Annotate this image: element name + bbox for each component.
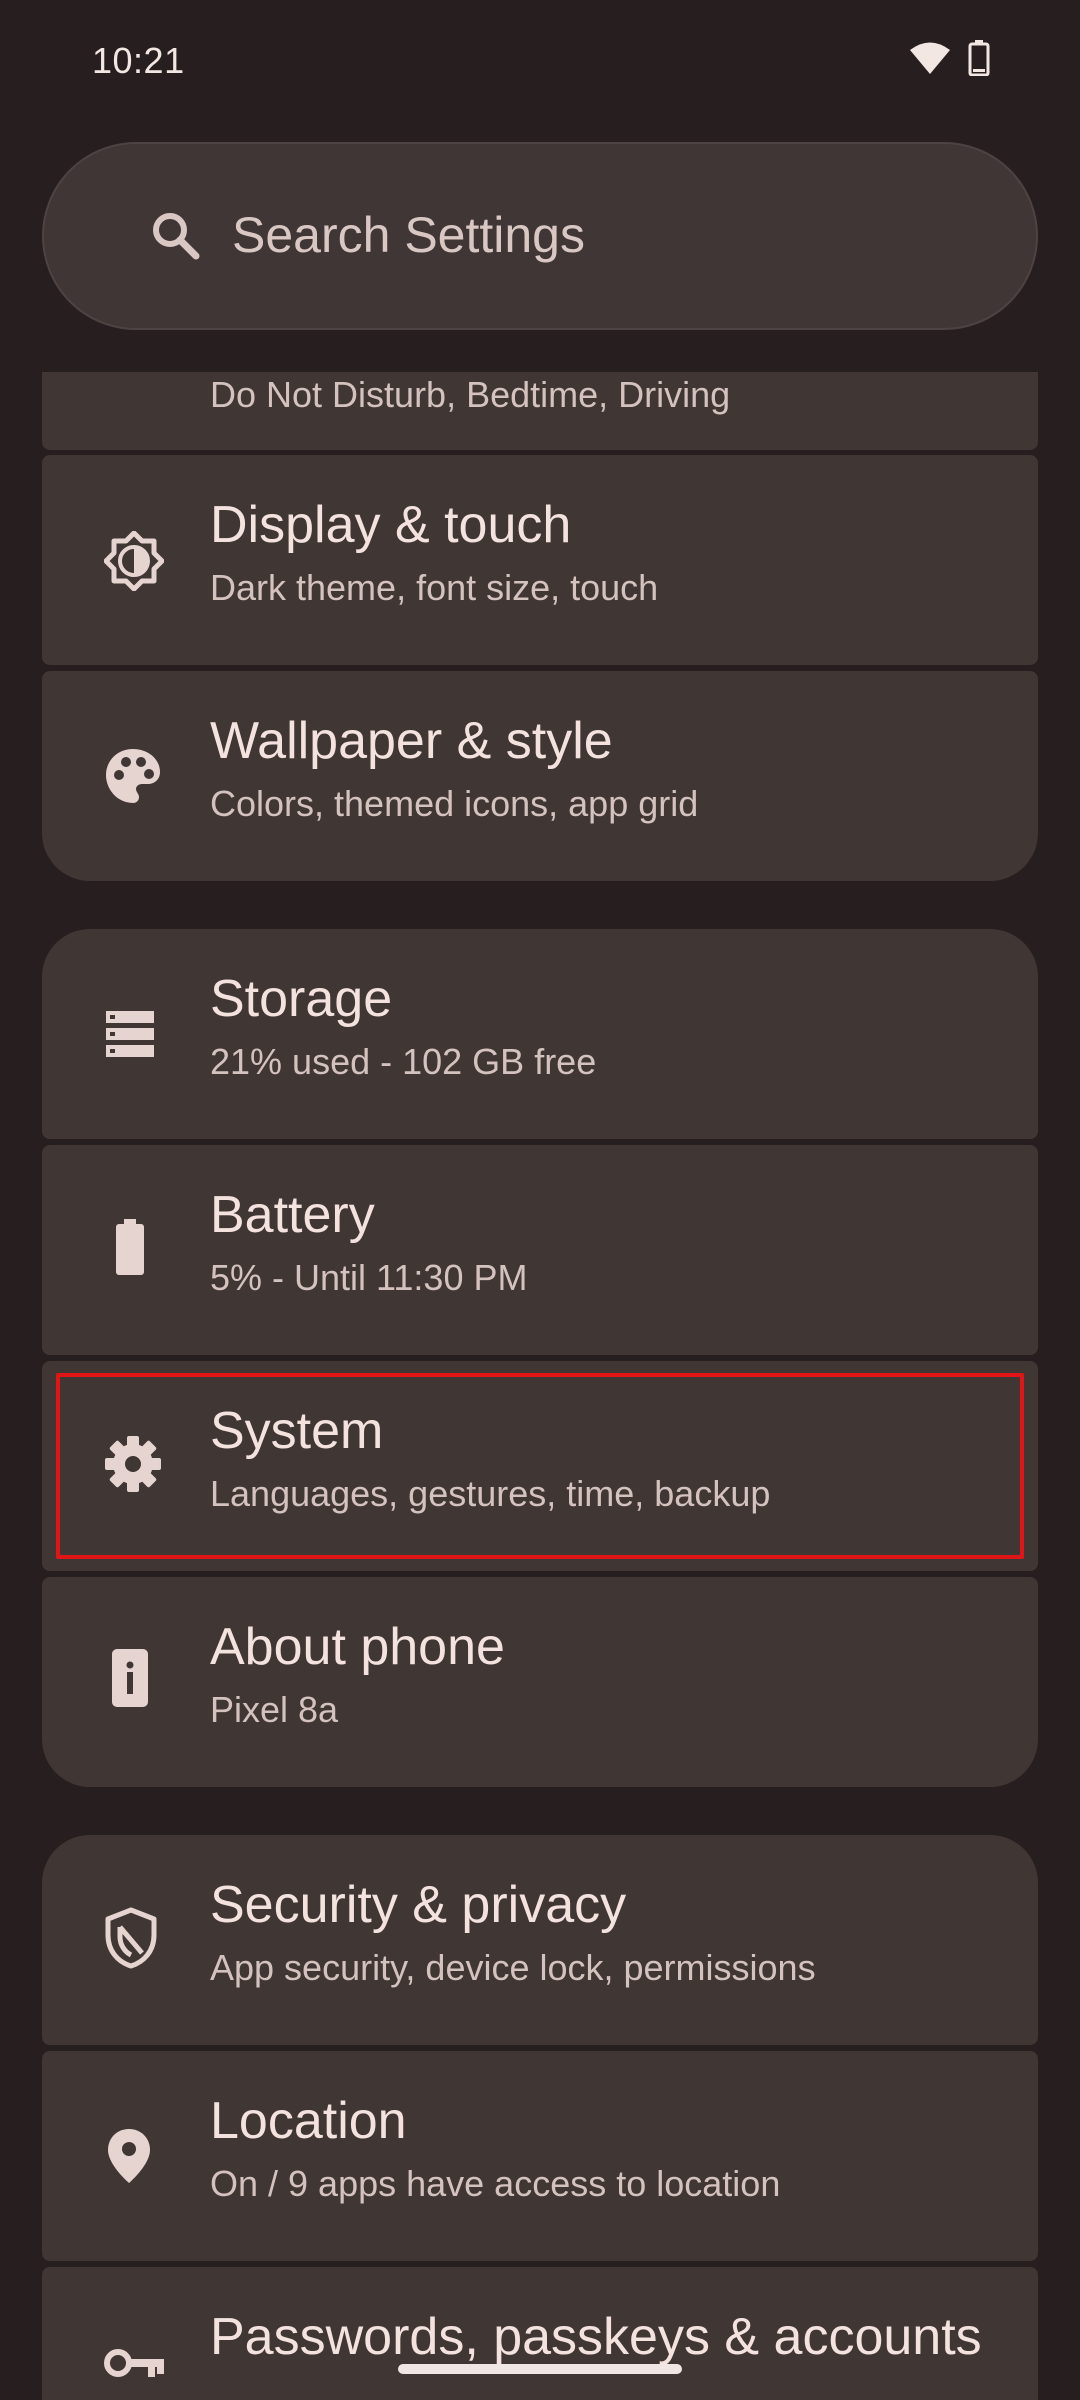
settings-item-subtitle: Dark theme, font size, touch — [210, 567, 659, 608]
settings-item-title: Battery — [210, 1186, 375, 1244]
settings-item-storage[interactable]: Storage 21% used - 102 GB free — [42, 929, 1038, 1139]
settings-item-display[interactable]: Display & touch Dark theme, font size, t… — [42, 455, 1038, 665]
settings-item-passwords[interactable]: Passwords, passkeys & accounts — [42, 2267, 1038, 2400]
settings-item-title: System — [210, 1402, 384, 1460]
settings-item-title: Display & touch — [210, 496, 572, 554]
settings-item-security[interactable]: Security & privacy App security, device … — [42, 1835, 1038, 2045]
status-bar: 10:21 — [0, 0, 1080, 125]
settings-item-title: Location — [210, 2092, 407, 2150]
settings-item-title: Security & privacy — [210, 1876, 627, 1934]
wifi-icon — [910, 41, 950, 75]
settings-item-subtitle: App security, device lock, permissions — [210, 1947, 816, 1988]
search-icon — [150, 210, 200, 265]
settings-item-title: Wallpaper & style — [210, 712, 613, 770]
status-icons — [910, 40, 990, 76]
settings-screen: 10:21 Search Settings Do Not Disturb, Be… — [0, 0, 1080, 2400]
settings-item-title: Passwords, passkeys & accounts — [210, 2308, 982, 2366]
search-placeholder: Search Settings — [232, 207, 585, 263]
settings-item-title: Storage — [210, 970, 393, 1028]
settings-item-subtitle: Languages, gestures, time, backup — [210, 1473, 771, 1514]
settings-item-battery[interactable]: Battery 5% - Until 11:30 PM — [42, 1145, 1038, 1355]
settings-item-wallpaper[interactable]: Wallpaper & style Colors, themed icons, … — [42, 671, 1038, 881]
settings-item-title: About phone — [210, 1618, 505, 1676]
settings-item-subtitle: Do Not Disturb, Bedtime, Driving — [210, 374, 731, 415]
settings-item-subtitle: Colors, themed icons, app grid — [210, 783, 699, 824]
status-time: 10:21 — [92, 40, 185, 81]
settings-list[interactable]: Do Not Disturb, Bedtime, Driving Display… — [0, 372, 1080, 2400]
search-settings-bar[interactable]: Search Settings — [42, 142, 1038, 330]
settings-item-location[interactable]: Location On / 9 apps have access to loca… — [42, 2051, 1038, 2261]
battery-status-icon — [968, 40, 990, 76]
settings-item-subtitle: Pixel 8a — [210, 1689, 339, 1730]
settings-item-subtitle: 21% used - 102 GB free — [210, 1041, 597, 1082]
settings-item-subtitle: 5% - Until 11:30 PM — [210, 1257, 528, 1298]
settings-item-system[interactable]: System Languages, gestures, time, backup — [42, 1361, 1038, 1571]
settings-item-about-phone[interactable]: About phone Pixel 8a — [42, 1577, 1038, 1787]
settings-item-modes[interactable]: Do Not Disturb, Bedtime, Driving — [42, 372, 1038, 450]
settings-item-subtitle: On / 9 apps have access to location — [210, 2163, 781, 2204]
gesture-navigation-bar[interactable] — [398, 2364, 682, 2374]
